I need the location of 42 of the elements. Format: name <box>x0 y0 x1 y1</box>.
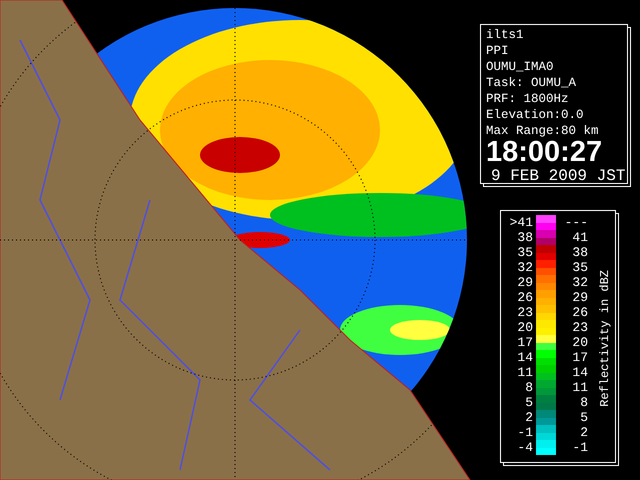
legend-label: 20 <box>571 335 588 350</box>
legend-label: --- <box>564 215 588 230</box>
legend-label: 17 <box>571 350 588 365</box>
legend-label: 23 <box>516 305 533 320</box>
legend-label: 11 <box>516 365 533 380</box>
legend-label: 32 <box>516 260 533 275</box>
info-line: ilts1 <box>486 27 525 43</box>
legend-label: 8 <box>579 395 588 410</box>
legend-label: 17 <box>516 335 533 350</box>
info-line: OUMU_IMA0 <box>486 59 555 75</box>
legend-label: 38 <box>516 230 533 245</box>
legend-label: -4 <box>516 440 533 455</box>
date-text: 9 FEB 2009 JST <box>491 166 626 186</box>
time-text: 18:00:27 <box>486 138 604 166</box>
legend-label: 5 <box>579 410 588 425</box>
legend-label: 23 <box>571 320 588 335</box>
legend-label: 26 <box>516 290 533 305</box>
info-line: Task: OUMU_A <box>486 75 578 91</box>
legend-title: Reflectivity in dBZ <box>598 270 612 407</box>
legend-label: 29 <box>516 275 533 290</box>
info-line: PRF: 1800Hz <box>486 91 570 107</box>
legend-label: 38 <box>571 245 588 260</box>
info-line: Elevation:0.0 <box>486 107 585 123</box>
legend-label: -1 <box>571 440 588 455</box>
legend-label: 29 <box>571 290 588 305</box>
info-line: PPI <box>486 43 510 59</box>
legend-label: 14 <box>516 350 533 365</box>
legend-label: 20 <box>516 320 533 335</box>
legend-label: 32 <box>571 275 588 290</box>
legend-label: 14 <box>571 365 588 380</box>
legend-label: 2 <box>579 425 588 440</box>
legend-label: -1 <box>516 425 533 440</box>
legend-label: 5 <box>524 395 533 410</box>
info-line: Max Range:80 km <box>486 123 600 139</box>
legend-label: 35 <box>516 245 533 260</box>
legend-label: >41 <box>508 215 533 230</box>
legend-label: 8 <box>524 380 533 395</box>
legend-label: 26 <box>571 305 588 320</box>
legend-label: 11 <box>571 380 588 395</box>
legend-label: 35 <box>571 260 588 275</box>
legend-label: 2 <box>524 410 533 425</box>
legend-label: 41 <box>571 230 588 245</box>
